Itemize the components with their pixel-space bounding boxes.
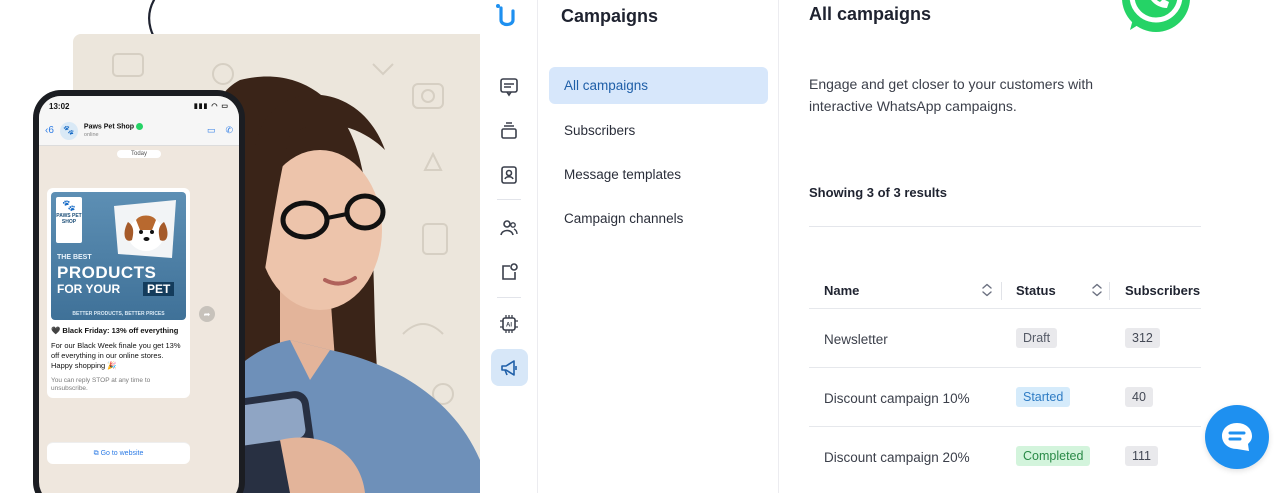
column-header-name-label: Name xyxy=(824,282,860,298)
subscriber-count-badge: 312 xyxy=(1125,328,1160,348)
support-chat-button[interactable] xyxy=(1205,405,1269,469)
promo-line-1: THE BEST xyxy=(57,254,92,261)
sort-icon[interactable] xyxy=(1090,283,1104,297)
sort-icon[interactable] xyxy=(980,283,994,297)
message-body: For our Black Week finale you get 13% of… xyxy=(51,341,181,371)
go-to-website-label: Go to website xyxy=(100,450,144,457)
verified-badge-icon xyxy=(136,123,144,131)
rail-divider xyxy=(497,297,521,298)
whatsapp-logo-icon xyxy=(1122,0,1190,32)
promo-line-2: PRODUCTS xyxy=(57,263,157,282)
subscriber-count-badge: 111 xyxy=(1125,446,1159,466)
promo-pet-highlight: PET xyxy=(143,282,175,296)
column-header-name[interactable]: Name xyxy=(824,272,994,308)
message-heading: 🖤 Black Friday: 13% off everything xyxy=(51,326,179,335)
row-divider xyxy=(809,367,1201,368)
back-count: 6 xyxy=(48,125,54,136)
promo-message-bubble: 🐾 PAWS PET SHOP THE BEST PRODUCTS FOR YO… xyxy=(47,188,190,399)
signal-battery-icon: ▮▮▮ ◠ ▭ xyxy=(193,103,229,110)
nav-item-all-campaigns[interactable]: All campaigns xyxy=(549,67,768,104)
ai-chip-icon[interactable]: AI xyxy=(497,312,521,336)
contact-card-icon[interactable] xyxy=(497,163,521,187)
status-badge: Draft xyxy=(1016,328,1058,348)
forward-icon: ➦ xyxy=(199,306,215,322)
external-link-icon: ⧉ xyxy=(93,449,101,457)
subscriber-count-badge: 40 xyxy=(1125,387,1153,407)
promo-footer: BETTER PRODUCTS, BETTER PRICES xyxy=(72,311,165,317)
chat-bubble-icon xyxy=(1222,423,1252,451)
puppy-image xyxy=(114,200,176,258)
chat-header: ‹6 🐾 Paws Pet Shop online ▭ ✆ xyxy=(39,116,239,146)
inbox-stack-icon[interactable] xyxy=(497,119,521,143)
chat-icon[interactable] xyxy=(497,75,521,99)
nav-item-subscribers[interactable]: Subscribers xyxy=(549,112,768,149)
nav-item-message-templates[interactable]: Message templates xyxy=(549,156,768,193)
column-header-subscribers[interactable]: Subscribers xyxy=(1125,272,1201,308)
status-badge: Completed xyxy=(1016,446,1091,466)
phone-status-bar: 13:02 ▮▮▮ ◠ ▭ xyxy=(39,96,239,116)
promo-image: 🐾 PAWS PET SHOP THE BEST PRODUCTS FOR YO… xyxy=(51,192,186,320)
row-divider xyxy=(809,308,1201,309)
campaign-name-discount-20[interactable]: Discount campaign 20% xyxy=(824,450,970,465)
contact-status: online xyxy=(83,131,99,138)
campaign-name-newsletter[interactable]: Newsletter xyxy=(824,332,888,347)
users-icon[interactable] xyxy=(497,216,521,240)
svg-text:AI: AI xyxy=(506,323,512,329)
promo-logo-text: PAWS PET SHOP xyxy=(56,213,82,226)
column-header-subscribers-label: Subscribers xyxy=(1125,282,1201,298)
message-footer: You can reply STOP at any time to unsubs… xyxy=(51,376,151,393)
go-to-website-link: ⧉ Go to website xyxy=(47,442,190,464)
marketing-hero: 13:02 ▮▮▮ ◠ ▭ ‹6 🐾 Paws Pet Shop online … xyxy=(0,0,480,493)
nav-item-campaign-channels[interactable]: Campaign channels xyxy=(549,200,768,237)
paw-avatar-icon: 🐾 xyxy=(59,121,78,140)
column-separator xyxy=(1001,282,1002,300)
megaphone-icon[interactable] xyxy=(497,356,521,380)
results-count: Showing 3 of 3 results xyxy=(809,185,947,200)
back-icon: ‹6 xyxy=(45,125,54,136)
rail-divider xyxy=(497,199,521,200)
column-header-status[interactable]: Status xyxy=(1016,272,1104,308)
app-icon-rail: AI xyxy=(480,0,538,493)
chat-contact: Paws Pet Shop online xyxy=(83,123,144,138)
whatsapp-chat-screen: 13:02 ▮▮▮ ◠ ▭ ‹6 🐾 Paws Pet Shop online … xyxy=(39,96,239,493)
video-call-icon: ▭ xyxy=(206,125,216,135)
promo-line-3: FOR YOUR xyxy=(57,282,121,296)
section-divider xyxy=(809,226,1201,227)
status-badge: Started xyxy=(1016,387,1071,407)
page-intro: Engage and get closer to your customers … xyxy=(809,76,1094,114)
column-separator xyxy=(1109,282,1110,300)
paw-icon: 🐾 xyxy=(62,200,76,212)
date-chip: Today xyxy=(117,150,161,158)
chat-actions: ▭ ✆ xyxy=(207,125,233,136)
notification-square-icon[interactable] xyxy=(497,260,521,284)
brand-logo-icon[interactable] xyxy=(492,2,522,32)
campaign-name-discount-10[interactable]: Discount campaign 10% xyxy=(824,391,970,406)
phone-mockup: 13:02 ▮▮▮ ◠ ▭ ‹6 🐾 Paws Pet Shop online … xyxy=(33,90,245,493)
phone-time: 13:02 xyxy=(49,101,70,111)
main-content: All campaigns Engage and get closer to y… xyxy=(779,0,1284,493)
column-header-status-label: Status xyxy=(1016,282,1056,298)
subnav-title: Campaigns xyxy=(561,6,659,26)
contact-name: Paws Pet Shop xyxy=(83,123,135,131)
campaigns-subnav: Campaigns All campaigns Subscribers Mess… xyxy=(538,0,779,493)
row-divider xyxy=(809,426,1201,427)
page-title: All campaigns xyxy=(809,4,932,24)
paws-pet-shop-logo: 🐾 PAWS PET SHOP xyxy=(56,197,82,243)
phone-call-icon: ✆ xyxy=(225,125,233,135)
